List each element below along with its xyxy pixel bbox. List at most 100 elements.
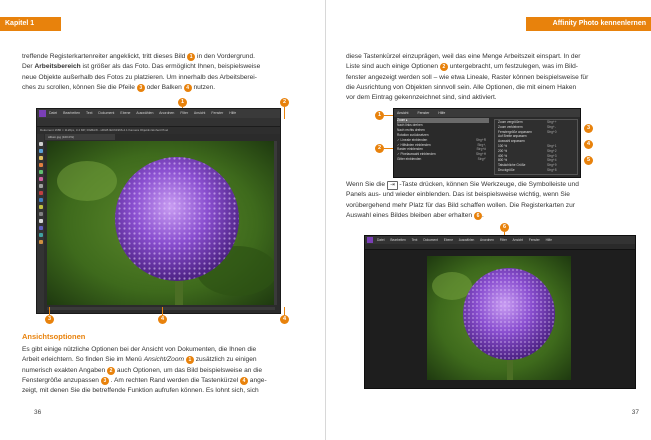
callout-leader <box>284 307 285 315</box>
text-line: treffende Registerkartenreiter angeklick… <box>22 53 186 60</box>
menu-item[interactable]: Hilfe <box>229 111 236 115</box>
text-line: zusätzlich zu einigen <box>195 356 257 364</box>
menu-item[interactable]: Text <box>412 238 418 242</box>
callout-inline-6: 6 <box>473 211 482 220</box>
menu-item[interactable]: Bearbeiten <box>63 111 80 115</box>
affinity-screenshot-hidden-panels: Datei Bearbeiten Text Dokument Ebene Aus… <box>364 235 636 389</box>
view-menu-list: Zoom ▸ Nach links drehen Nach rechts dre… <box>397 118 489 162</box>
zoom-tool-icon[interactable] <box>38 240 43 244</box>
callout-leader <box>284 107 285 119</box>
text-line: Fenstergröße anzupassen <box>22 376 99 384</box>
move-tool-icon[interactable] <box>38 142 43 146</box>
term-arbeitsbereich: Arbeitsbereich <box>34 63 81 71</box>
affinity-logo-icon <box>39 110 46 117</box>
menu-hilfe[interactable]: Hilfe <box>438 111 445 115</box>
menu-fenster[interactable]: Fenster <box>417 111 429 115</box>
callout-inline-1: 1 <box>187 53 196 61</box>
callout-inline-4: 4 <box>239 376 248 385</box>
menu-item[interactable]: Anordnen <box>480 238 494 242</box>
menu-item[interactable]: Dokument <box>423 238 438 242</box>
callout-inline-1: 1 <box>185 356 194 365</box>
menu-item[interactable]: Fenster <box>529 238 540 242</box>
callout-2-menu: 2 <box>375 144 384 153</box>
menu-item[interactable]: Datei <box>49 111 57 115</box>
callout-inline-4: 4 <box>183 83 192 92</box>
text-line: Panels aus- und wieder einblenden. Das i… <box>346 191 570 199</box>
dodge-tool-icon[interactable] <box>38 205 43 209</box>
crop-tool-icon[interactable] <box>38 156 43 160</box>
submenu-item[interactable]: Druckgröße Strg+8 <box>498 168 577 173</box>
callout-3-menu: 3 <box>584 124 593 133</box>
menu-item[interactable]: Gitter einblenden Strg+' <box>397 157 489 162</box>
app-menubar: Datei Bearbeiten Text Dokument Ebene Aus… <box>365 236 635 244</box>
right-page: Affinity Photo kennenlernen diese Tasten… <box>326 0 651 440</box>
clone-tool-icon[interactable] <box>38 198 43 202</box>
horizontal-scrollbar[interactable] <box>47 307 275 310</box>
red-eye-tool-icon[interactable] <box>38 191 43 195</box>
page-number-right: 37 <box>631 409 639 416</box>
view-menu-screenshot: Ansicht Fenster Hilfe Zoom ▸ Nach links … <box>393 108 581 178</box>
menu-item[interactable]: Dokument <box>98 111 114 115</box>
menu-item[interactable]: Ansicht <box>194 111 205 115</box>
left-paragraph-2: Es gibt einige nützliche Optionen bei de… <box>22 345 314 396</box>
menu-path: Ansicht/Zoom <box>143 356 185 364</box>
pen-tool-icon[interactable] <box>38 226 43 230</box>
text-line: die Ausrichtung von Objekten sinnvoll se… <box>346 83 577 91</box>
eraser-tool-icon[interactable] <box>38 184 43 188</box>
callout-4-bottom: 4 <box>158 315 167 324</box>
selection-tool-icon[interactable] <box>38 163 43 167</box>
text-line: Auswahl eines Bildes bleiben aber erhalt… <box>346 211 473 219</box>
callout-1: 1 <box>178 98 187 107</box>
brush-tool-icon[interactable] <box>38 170 43 174</box>
app-toolbar <box>37 118 280 134</box>
text-line: nutzen. <box>193 83 216 91</box>
shape-tool-icon[interactable] <box>38 233 43 237</box>
menu-item[interactable]: Anordnen <box>159 111 174 115</box>
section-heading-ansichtsoptionen: Ansichtsoptionen <box>22 332 86 341</box>
text-line: . Am rechten Rand werden die Tastenkürze… <box>110 376 239 384</box>
menu-item[interactable]: Datei <box>377 238 384 242</box>
context-toolbar: Dokument 1680 × 1120px, 3.4 MP, RGBA/8 -… <box>37 127 280 134</box>
menu-item[interactable]: Fenster <box>211 111 223 115</box>
view-tool-icon[interactable] <box>38 149 43 153</box>
callout-4-menu: 4 <box>584 140 593 149</box>
right-paragraph-1: diese Tastenkürzel einzuprägen, weil das… <box>346 52 644 103</box>
affinity-screenshot-main: Datei Bearbeiten Text Dokument Ebene Aus… <box>36 108 281 314</box>
text-line: vor dem Eintrag gekennzeichnet sind, sin… <box>346 94 497 102</box>
menu-item[interactable]: Bearbeiten <box>390 238 405 242</box>
chapter-tab-right: Affinity Photo kennenlernen <box>526 17 651 31</box>
text-line: neue Objekte außerhalb des Fotos zu plat… <box>22 73 257 81</box>
right-paragraph-2: Wenn Sie die ⇥ -Taste drücken, können Si… <box>346 181 579 220</box>
callout-1-menu: 1 <box>375 111 384 120</box>
callout-inline-2: 2 <box>107 366 116 375</box>
text-line: Arbeit erleichtern. So finden Sie im Men… <box>22 356 142 364</box>
affinity-logo-icon <box>367 237 373 243</box>
callout-inline-3: 3 <box>100 376 109 385</box>
menu-ansicht[interactable]: Ansicht <box>397 111 408 115</box>
text-line: vorübergehend mehr Platz für das Bild sc… <box>346 201 575 209</box>
menu-item[interactable]: Text <box>86 111 92 115</box>
text-line: Der <box>22 63 33 71</box>
blur-tool-icon[interactable] <box>38 212 43 216</box>
text-tool-icon[interactable] <box>38 219 43 223</box>
menu-item[interactable]: Ebene <box>444 238 453 242</box>
menu-item[interactable]: Filter <box>180 111 188 115</box>
fill-tool-icon[interactable] <box>38 177 43 181</box>
zoom-submenu: Zoom vergrößern Strg++ Zoom verkleinern St… <box>494 119 578 175</box>
text-line: ist größer als das Foto. Das ermöglicht … <box>82 63 261 71</box>
menu-item[interactable]: Ansicht <box>513 238 523 242</box>
callout-4-right: 4 <box>280 315 289 324</box>
text-line: auch Optionen, um das Bild beispielsweis… <box>116 366 263 374</box>
menu-item[interactable]: Hilfe <box>546 238 552 242</box>
menu-item[interactable]: Auswählen <box>136 111 153 115</box>
vertical-scrollbar[interactable] <box>274 141 277 305</box>
text-line: in den Vordergrund. <box>197 53 255 60</box>
menu-item[interactable]: Filter <box>500 238 507 242</box>
menu-item[interactable]: Ebene <box>120 111 130 115</box>
text-line: numerisch exakten Angaben <box>22 366 106 374</box>
callout-leader <box>162 307 163 315</box>
document-tab[interactable]: Allium.jpg (100.0%) <box>45 134 115 140</box>
menu-item[interactable]: Auswählen <box>459 238 475 242</box>
document-tab-bar[interactable] <box>365 244 635 250</box>
allium-photo <box>427 256 571 380</box>
